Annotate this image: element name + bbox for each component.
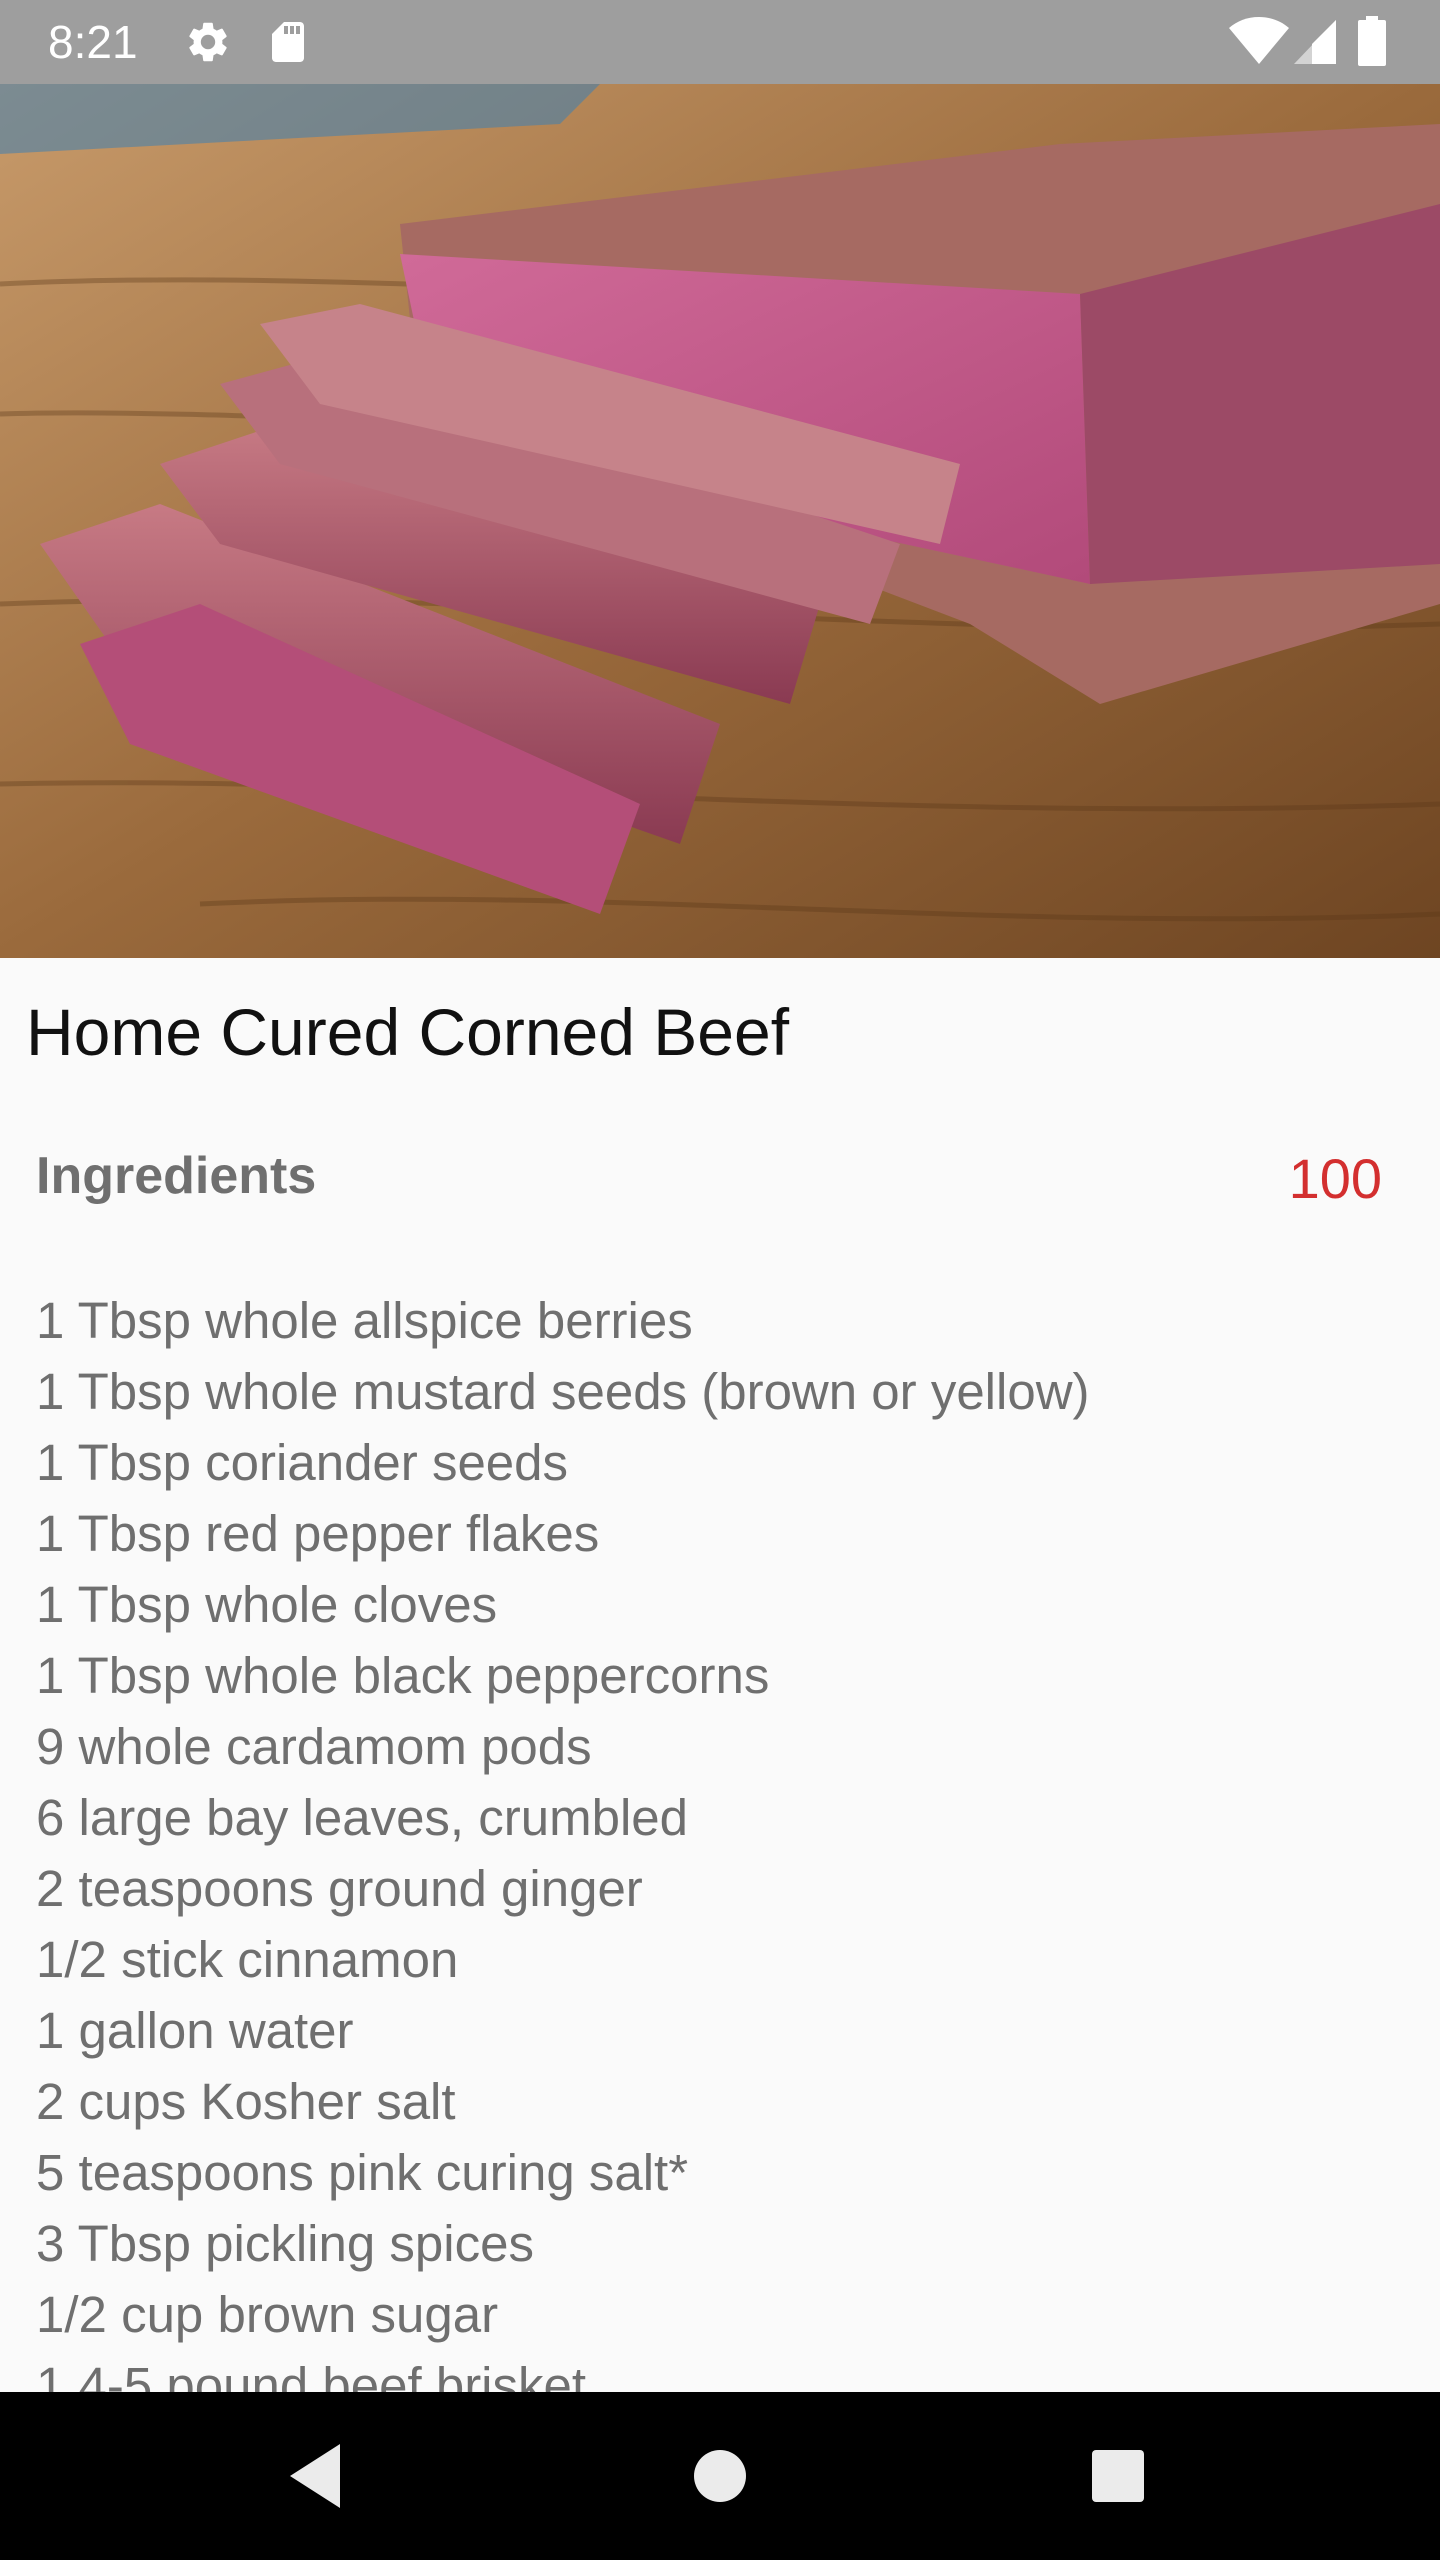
ingredient-list: 1 Tbsp whole allspice berries 1 Tbsp who…: [36, 1285, 1090, 2421]
ingredient-item: 1 Tbsp red pepper flakes: [36, 1505, 600, 1562]
ingredient-item: 1 Tbsp whole mustard seeds (brown or yel…: [36, 1363, 1090, 1420]
wifi-icon: [1228, 16, 1290, 66]
ingredient-item: 2 cups Kosher salt: [36, 2073, 456, 2130]
ingredients-count: 100: [1288, 1147, 1382, 1210]
back-icon[interactable]: [278, 2436, 358, 2516]
ingredient-item: 9 whole cardamom pods: [36, 1718, 592, 1775]
battery-icon: [1358, 16, 1386, 66]
ingredient-item: 1 Tbsp whole black peppercorns: [36, 1647, 770, 1704]
recents-icon[interactable]: [1078, 2436, 1158, 2516]
ingredient-item: 5 teaspoons pink curing salt*: [36, 2144, 689, 2201]
ingredient-item: 1 Tbsp whole allspice berries: [36, 1292, 693, 1349]
status-bar: 8:21: [0, 0, 1440, 84]
gear-icon: [184, 18, 232, 66]
ingredient-item: 1 Tbsp coriander seeds: [36, 1434, 569, 1491]
ingredient-item: 1 gallon water: [36, 2002, 354, 2059]
ingredients-heading: Ingredients: [36, 1147, 317, 1205]
ingredient-item: 2 teaspoons ground ginger: [36, 1860, 643, 1917]
ingredient-item: 1/2 stick cinnamon: [36, 1931, 459, 1988]
sd-card-icon: [264, 18, 312, 66]
status-time: 8:21: [48, 16, 138, 68]
ingredient-item: 1/2 cup brown sugar: [36, 2286, 499, 2343]
ingredient-item: 6 large bay leaves, crumbled: [36, 1789, 689, 1846]
ingredient-item: 3 Tbsp pickling spices: [36, 2215, 534, 2272]
cell-signal-icon: [1292, 18, 1338, 66]
navigation-bar: [0, 2392, 1440, 2560]
home-icon[interactable]: [680, 2436, 760, 2516]
ingredient-item: 1 Tbsp whole cloves: [36, 1576, 498, 1633]
recipe-title: Home Cured Corned Beef: [26, 995, 790, 1069]
recipe-photo: [0, 84, 1440, 958]
